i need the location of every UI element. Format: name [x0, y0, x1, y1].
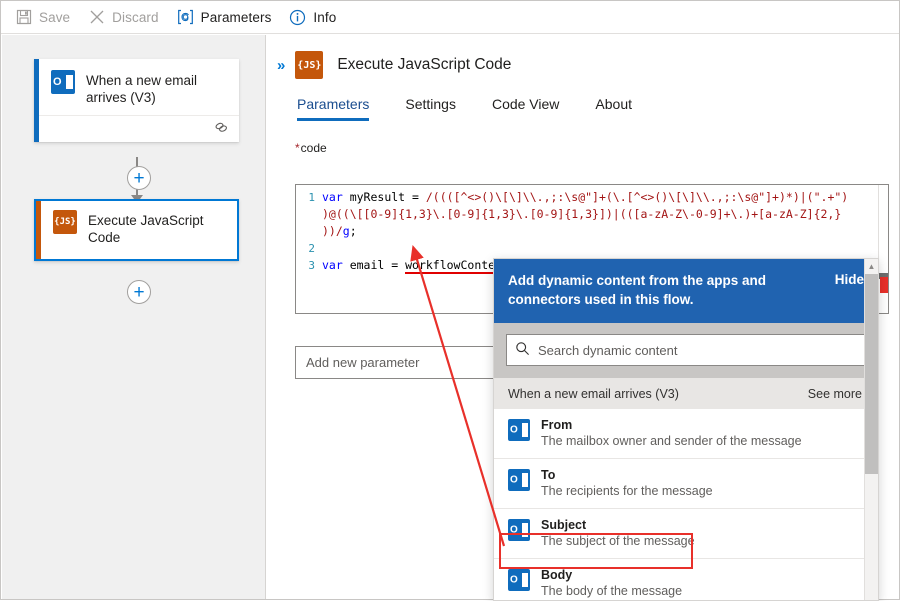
dynamic-content-item[interactable]: ToThe recipients for the message: [494, 459, 878, 509]
app-window: Save Discard Parameters: [0, 0, 900, 600]
search-box[interactable]: [506, 334, 866, 366]
trigger-node-title: When a new email arrives (V3): [86, 70, 229, 106]
tab-parameters[interactable]: Parameters: [297, 92, 369, 121]
dynamic-content-item-name: To: [541, 467, 713, 483]
flyout-scrollbar-thumb[interactable]: [865, 274, 878, 474]
tab-settings[interactable]: Settings: [405, 92, 456, 121]
code-field-label: *code: [295, 141, 899, 155]
code-line-number: [296, 223, 322, 240]
code-line-text: )@((\[[0-9]{1,3}\.[0-9]{1,3}\.[0-9]{1,3}…: [322, 206, 841, 223]
dynamic-content-item-description: The mailbox owner and sender of the mess…: [541, 433, 802, 450]
info-label: Info: [313, 10, 336, 25]
code-editor-scrollbar[interactable]: [878, 185, 888, 313]
pane-title: Execute JavaScript Code: [337, 56, 511, 74]
save-label: Save: [39, 10, 70, 25]
code-line-number: 1: [296, 189, 322, 206]
dynamic-content-item-description: The recipients for the message: [541, 483, 713, 500]
action-node-accent-bar: [36, 201, 41, 259]
flyout-heading: Add dynamic content from the apps and co…: [508, 271, 835, 309]
action-node-title: Execute JavaScript Code: [88, 210, 227, 246]
flyout-group-label: When a new email arrives (V3): [508, 387, 679, 401]
dynamic-content-item[interactable]: FromThe mailbox owner and sender of the …: [494, 409, 878, 459]
flyout-search-area: [494, 323, 878, 378]
close-x-icon: [88, 9, 105, 26]
save-button[interactable]: Save: [15, 1, 70, 34]
search-icon: [515, 341, 530, 359]
designer-canvas: When a new email arrives (V3) + {JS} Exe…: [2, 35, 266, 599]
code-editor-cursor-marker: [880, 277, 888, 293]
dynamic-content-item-name: Body: [541, 567, 682, 583]
tab-about[interactable]: About: [595, 92, 632, 121]
code-line-number: 3: [296, 257, 322, 274]
dynamic-content-item-name: From: [541, 417, 802, 433]
discard-label: Discard: [112, 10, 158, 25]
scroll-up-arrow-icon[interactable]: ▲: [865, 259, 878, 273]
code-line-number: [296, 206, 322, 223]
js-icon: {JS}: [53, 210, 77, 234]
code-line-text: ))/g;: [322, 223, 357, 240]
see-more-link[interactable]: See more: [808, 387, 862, 401]
flyout-hide-button[interactable]: Hide: [835, 271, 864, 287]
code-field-label-text: code: [301, 141, 327, 155]
save-icon: [15, 9, 32, 26]
info-button[interactable]: Info: [289, 1, 336, 34]
code-line-text: [322, 240, 329, 257]
insert-step-button-2[interactable]: +: [127, 280, 151, 304]
code-line: 1var myResult = /((([^<>()\[\]\\.,;:\s@"…: [296, 189, 888, 206]
outlook-icon: [508, 469, 530, 491]
trigger-node-accent-bar: [34, 59, 39, 142]
info-circle-icon: [289, 9, 306, 26]
code-line-number: 2: [296, 240, 322, 257]
pane-tabs: Parameters Settings Code View About: [267, 92, 899, 121]
code-line-text: var myResult = /((([^<>()\[\]\\.,;:\s@"]…: [322, 189, 848, 206]
action-node-card[interactable]: {JS} Execute JavaScript Code: [34, 199, 239, 261]
pane-header: » {JS} Execute JavaScript Code: [267, 35, 899, 79]
add-new-parameter-dropdown[interactable]: Add new parameter: [295, 346, 525, 379]
js-icon: {JS}: [295, 51, 323, 79]
code-line: ))/g;: [296, 223, 888, 240]
dynamic-content-item-name: Subject: [541, 517, 695, 533]
collapse-chevron-icon[interactable]: »: [277, 57, 283, 74]
flyout-scrollbar[interactable]: ▲: [864, 259, 878, 600]
outlook-icon: [508, 419, 530, 441]
outlook-icon: [508, 569, 530, 591]
trigger-node-footer: [34, 115, 239, 142]
trigger-node-card[interactable]: When a new email arrives (V3): [34, 59, 239, 142]
search-input[interactable]: [530, 342, 860, 359]
dynamic-content-list: FromThe mailbox owner and sender of the …: [494, 409, 878, 601]
code-line: 2: [296, 240, 888, 257]
dynamic-content-item-description: The body of the message: [541, 583, 682, 600]
insert-step-button-1[interactable]: +: [127, 166, 151, 190]
flyout-group-header: When a new email arrives (V3) See more: [494, 378, 878, 409]
command-bar: Save Discard Parameters: [1, 1, 899, 34]
flyout-header: Add dynamic content from the apps and co…: [494, 259, 878, 323]
required-asterisk: *: [295, 141, 300, 155]
discard-button[interactable]: Discard: [88, 1, 158, 34]
parameters-label: Parameters: [201, 10, 272, 25]
code-line: )@((\[[0-9]{1,3}\.[0-9]{1,3}\.[0-9]{1,3}…: [296, 206, 888, 223]
add-new-parameter-label: Add new parameter: [306, 355, 419, 370]
outlook-icon: [51, 70, 75, 94]
at-bracket-icon: [177, 9, 194, 26]
annotation-highlight-body-item: [499, 533, 693, 569]
link-chain-icon[interactable]: [214, 121, 229, 137]
tab-code-view[interactable]: Code View: [492, 92, 559, 121]
parameters-button[interactable]: Parameters: [177, 1, 272, 34]
